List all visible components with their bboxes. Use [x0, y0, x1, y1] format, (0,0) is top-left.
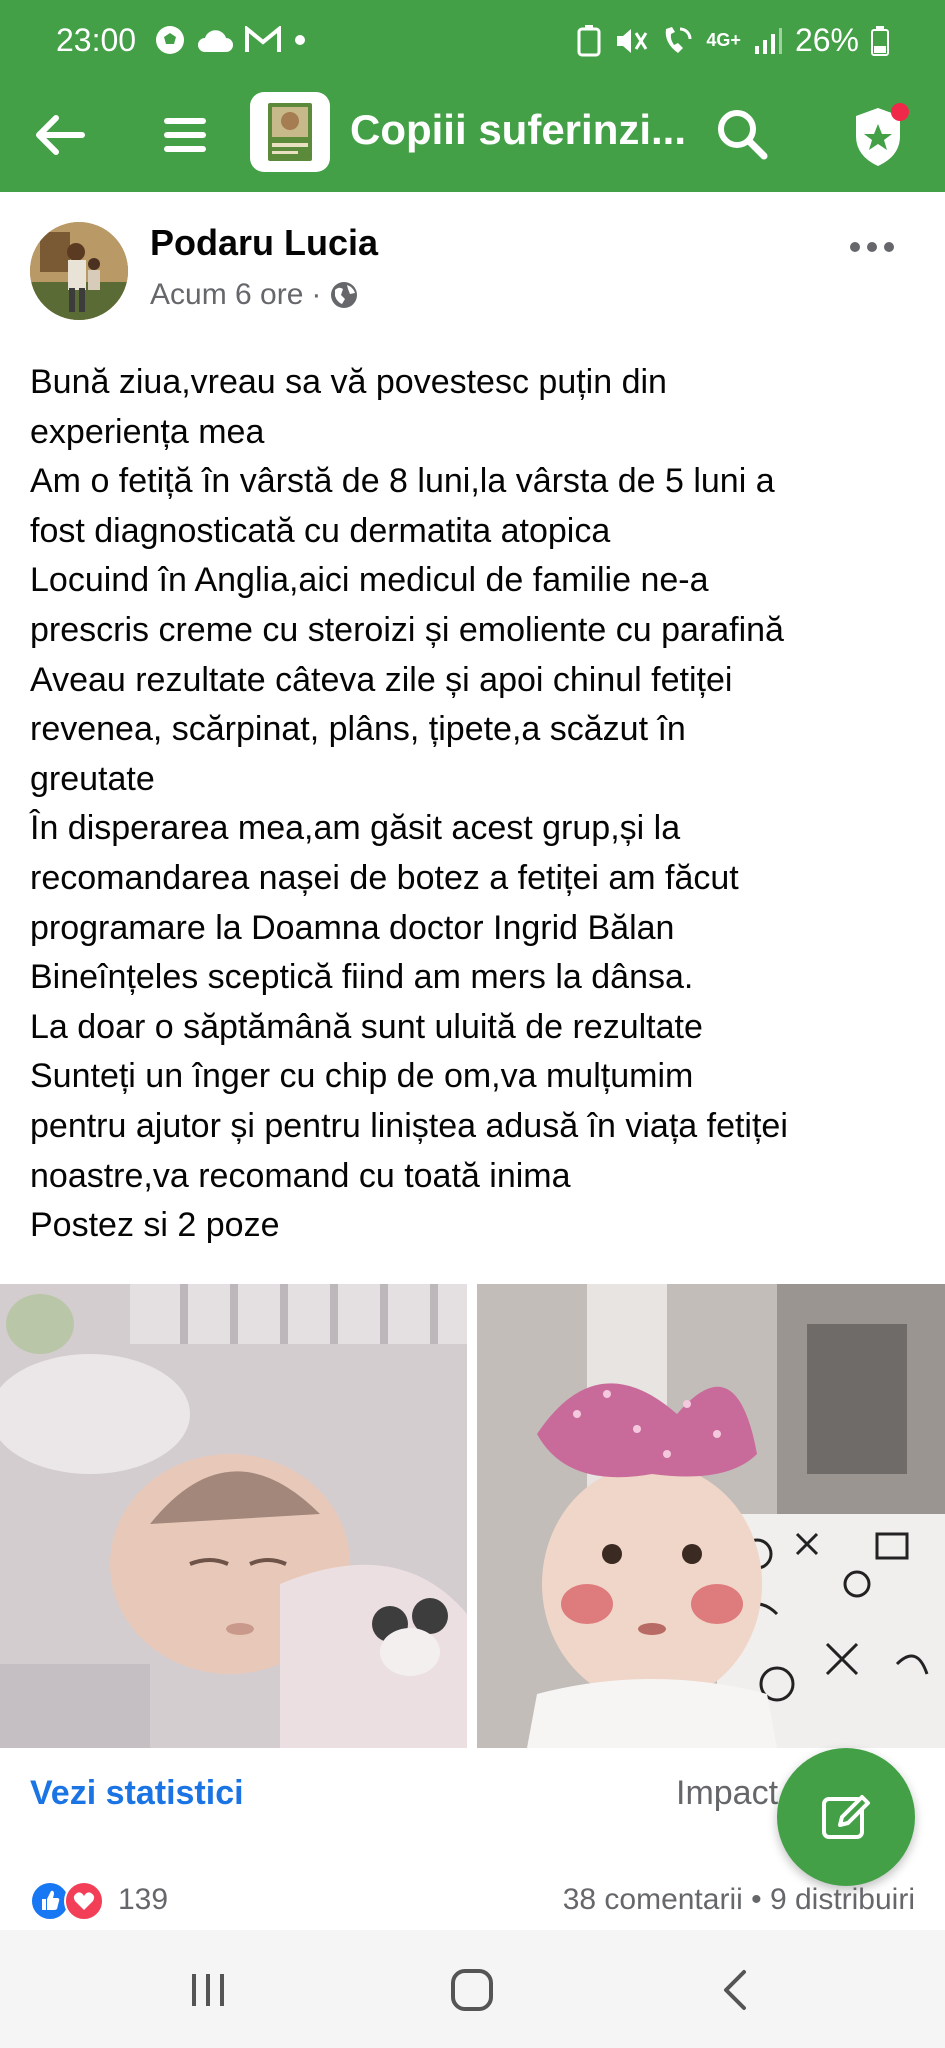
post-text-line: Sunteți un înger cu chip de om,va mulțum… — [30, 1057, 694, 1096]
photo-baby-bow[interactable] — [477, 1284, 945, 1748]
love-icon — [64, 1881, 104, 1921]
battery-saver-icon — [577, 24, 601, 56]
post-text-line: Bună ziua,vreau sa vă povestesc puțin di… — [30, 363, 667, 401]
post-text-line: greutate — [30, 759, 155, 798]
reaction-count[interactable]: 139 — [118, 1883, 168, 1917]
post-text-line: Postez si 2 poze — [30, 1206, 280, 1245]
back-icon[interactable] — [706, 1960, 766, 2020]
compose-fab[interactable] — [777, 1748, 915, 1886]
post-text-line: noastre,va recomand cu toată inima — [30, 1156, 571, 1195]
globe-icon — [331, 282, 358, 308]
home-icon[interactable] — [442, 1960, 502, 2020]
gmail-icon — [245, 26, 281, 52]
more-options-icon[interactable] — [850, 232, 910, 262]
app-bar: Copiii suferinzi... — [0, 84, 945, 192]
post-text-line: programare la Doamna doctor Ingrid Bălan — [30, 908, 675, 947]
post-text-line: În disperarea mea,am găsit acest grup,și… — [30, 809, 681, 848]
status-time: 23:00 — [56, 22, 137, 58]
post-text: Bună ziua,vreau sa vă povestesc puțin di… — [30, 358, 920, 1251]
group-thumbnail[interactable] — [250, 92, 330, 172]
post-text-line: Bineînțeles sceptică fiind am mers la dâ… — [30, 958, 694, 997]
post-text-line: fost diagnosticată cu dermatita atopica — [30, 511, 611, 550]
battery-percent: 26% — [794, 22, 859, 58]
impact-label[interactable]: Impact — [676, 1774, 778, 1813]
status-left-icons — [154, 24, 308, 56]
comments-shares[interactable]: 38 comentarii • 9 distribuiri — [563, 1883, 915, 1917]
post-text-line: Aveau rezultate câteva zile și apoi chin… — [30, 660, 733, 699]
status-bar: 23:00 4G+ 26% — [0, 0, 945, 84]
wifi-call-icon — [666, 26, 692, 53]
back-arrow-icon[interactable] — [30, 106, 88, 164]
photo-sleeping-baby-image — [0, 1284, 467, 1748]
signal-icon — [754, 27, 782, 54]
post-text-line: prescris creme cu steroizi și emoliente … — [30, 610, 784, 649]
post-text-line: Am o fetiță în vârstă de 8 luni,la vârst… — [30, 462, 775, 501]
soccer-ball-icon — [156, 26, 184, 54]
cloud-icon — [198, 30, 233, 52]
post-text-line: La doar o săptămână sunt uluită de rezul… — [30, 1007, 703, 1046]
post-text-line: Locuind în Anglia,aici medicul de famili… — [30, 561, 709, 600]
search-icon[interactable] — [712, 104, 772, 164]
photo-baby-bow-image — [477, 1284, 945, 1748]
post-text-line: revenea, scărpinat, plâns, țipete,a scăz… — [30, 710, 686, 749]
post-text-line: recomandarea nașei de botez a fetiței am… — [30, 858, 739, 897]
author-name[interactable]: Podaru Lucia — [150, 222, 378, 264]
view-insights-link[interactable]: Vezi statistici — [30, 1774, 244, 1813]
reaction-icons[interactable] — [30, 1879, 110, 1923]
recent-apps-icon[interactable] — [178, 1960, 238, 2020]
avatar-photo — [30, 222, 128, 320]
post-meta: Acum 6 ore · — [150, 278, 359, 312]
admin-shield-icon[interactable] — [848, 100, 912, 170]
post-photos — [0, 1284, 945, 1748]
post-text-line: pentru ajutor și pentru liniștea adusă î… — [30, 1106, 788, 1145]
photo-sleeping-baby[interactable] — [0, 1284, 467, 1748]
edit-icon — [822, 1795, 870, 1839]
menu-icon[interactable] — [158, 108, 212, 162]
network-type: 4G+ — [706, 30, 741, 50]
status-right: 4G+ 26% — [576, 22, 889, 59]
dot-icon — [295, 35, 305, 45]
book-cover-icon — [268, 103, 312, 161]
like-icon — [30, 1881, 70, 1921]
post-header: Podaru Lucia Acum 6 ore · — [0, 192, 945, 332]
post-timestamp[interactable]: Acum 6 ore — [150, 278, 303, 312]
avatar[interactable] — [30, 222, 128, 320]
system-nav-bar — [0, 1930, 945, 2048]
top-app-bar: 23:00 4G+ 26% Copiii suferinzi... — [0, 0, 945, 192]
group-title[interactable]: Copiii suferinzi... — [350, 106, 686, 154]
battery-icon — [871, 25, 889, 56]
meta-separator: · — [311, 278, 322, 311]
mute-icon — [617, 28, 648, 53]
reactions-row: 139 38 comentarii • 9 distribuiri — [0, 1875, 945, 1935]
post-text-line: experiența mea — [30, 412, 265, 451]
